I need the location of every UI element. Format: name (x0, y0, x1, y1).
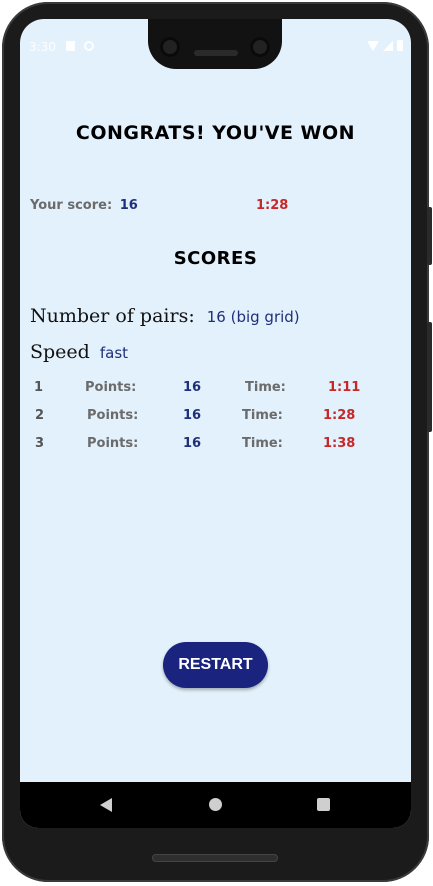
time-value: 1:11 (328, 380, 361, 395)
time-value: 1:38 (323, 436, 356, 451)
status-time: 3:30 (29, 40, 56, 54)
points-value: 16 (183, 436, 202, 451)
score-row: 1 Points: 16 Time: 1:11 (20, 380, 411, 400)
points-label: Points: (87, 436, 139, 451)
points-label: Points: (85, 380, 137, 395)
sd-card-icon (66, 41, 75, 51)
your-score-label: Your score: (30, 198, 113, 213)
scores-heading: SCORES (173, 248, 258, 269)
signal-icon (383, 40, 393, 51)
restart-button[interactable]: RESTART (163, 642, 268, 688)
wifi-icon (367, 40, 379, 51)
power-button (427, 207, 432, 265)
time-label: Time: (245, 380, 286, 395)
your-score-value: 16 (119, 198, 138, 213)
speed-label: Speed (30, 341, 90, 363)
nav-bar (20, 782, 411, 828)
earpiece-speaker (194, 50, 238, 56)
recents-icon[interactable] (317, 798, 330, 811)
pairs-row: Number of pairs: 16 (big grid) (30, 305, 300, 327)
time-label: Time: (242, 436, 283, 451)
volume-button (427, 322, 432, 432)
score-rank: 3 (35, 436, 45, 451)
score-rank: 2 (35, 408, 45, 423)
battery-icon (397, 40, 403, 51)
camera-notch (148, 19, 282, 69)
pairs-label: Number of pairs: (30, 305, 195, 327)
score-row: 2 Points: 16 Time: 1:28 (20, 408, 411, 428)
status-indicators (367, 40, 403, 51)
win-title: CONGRATS! YOU'VE WON (75, 122, 356, 144)
home-icon[interactable] (209, 798, 222, 811)
time-value: 1:28 (323, 408, 356, 423)
speed-value: fast (99, 344, 129, 362)
back-icon[interactable] (100, 798, 112, 812)
block-icon (84, 41, 94, 51)
your-score: Your score: 16 (30, 198, 138, 213)
points-value: 16 (183, 408, 202, 423)
points-label: Points: (87, 408, 139, 423)
pairs-value: 16 (big grid) (206, 308, 300, 326)
score-row: 3 Points: 16 Time: 1:38 (20, 436, 411, 456)
camera-icon (250, 37, 270, 57)
bottom-speaker-grille (152, 854, 278, 862)
time-label: Time: (242, 408, 283, 423)
score-rank: 1 (34, 380, 44, 395)
phone-frame: 3:30 CONGRATS! YOU'VE WON Your score: 16… (2, 2, 432, 882)
speed-row: Speed fast (30, 341, 128, 363)
points-value: 16 (183, 380, 202, 395)
screen: 3:30 CONGRATS! YOU'VE WON Your score: 16… (20, 19, 411, 828)
your-time: 1:28 (256, 198, 289, 213)
camera-icon (160, 37, 180, 57)
